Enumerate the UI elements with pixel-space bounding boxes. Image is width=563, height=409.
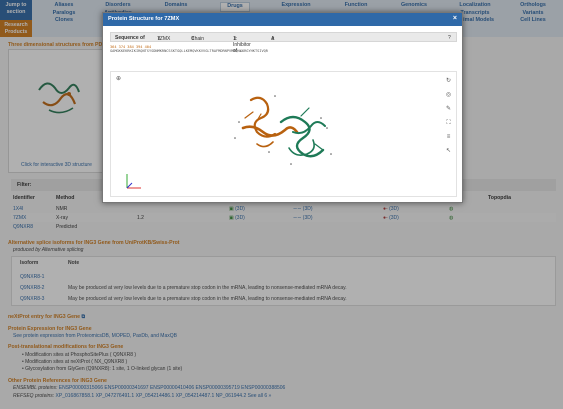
close-icon[interactable]: × xyxy=(453,15,457,22)
wrench-icon[interactable]: ✎ xyxy=(445,106,452,113)
sequence-panel[interactable]: 364 374 384 394 404 GAMGKKEKRKIKIRQNTSYS… xyxy=(110,45,457,69)
sequence-toolbar: Sequence of 7ZMX ⇕ Chain ⇕ 1: Inhibitor … xyxy=(110,32,457,54)
refresh-icon[interactable]: ↻ xyxy=(445,78,452,85)
lock-icon[interactable]: ⊕ xyxy=(115,76,122,83)
chevron-down-icon: ⇕ xyxy=(191,36,196,42)
layers-icon[interactable]: ≡ xyxy=(445,134,452,141)
modal-header: Protein Structure for 7ZMX xyxy=(103,13,462,26)
3d-viewer[interactable]: ⊕ ↻ ◎ ✎ ⛶ ≡ ↖ xyxy=(110,71,457,197)
sequence-label: Sequence of xyxy=(115,34,145,41)
chevron-down-icon: ⇕ xyxy=(271,36,276,42)
sequence-text: GAMGKKEKRKIKIRQNTSYSDNMKRNCSSKTGQLLKEMQV… xyxy=(110,49,268,53)
chevron-down-icon: ⇕ xyxy=(233,36,238,42)
protein-3d-render xyxy=(234,95,332,165)
modal-title: Protein Structure for 7ZMX xyxy=(108,16,180,22)
chevron-down-icon: ⇕ xyxy=(157,36,162,42)
axes-icon xyxy=(126,174,141,189)
target-icon[interactable]: ◎ xyxy=(445,92,452,99)
protein-structure-modal: Protein Structure for 7ZMX × Sequence of… xyxy=(102,12,463,203)
help-icon[interactable]: ? xyxy=(448,35,451,41)
pointer-icon[interactable]: ↖ xyxy=(445,148,452,155)
expand-icon[interactable]: ⛶ xyxy=(445,120,452,127)
